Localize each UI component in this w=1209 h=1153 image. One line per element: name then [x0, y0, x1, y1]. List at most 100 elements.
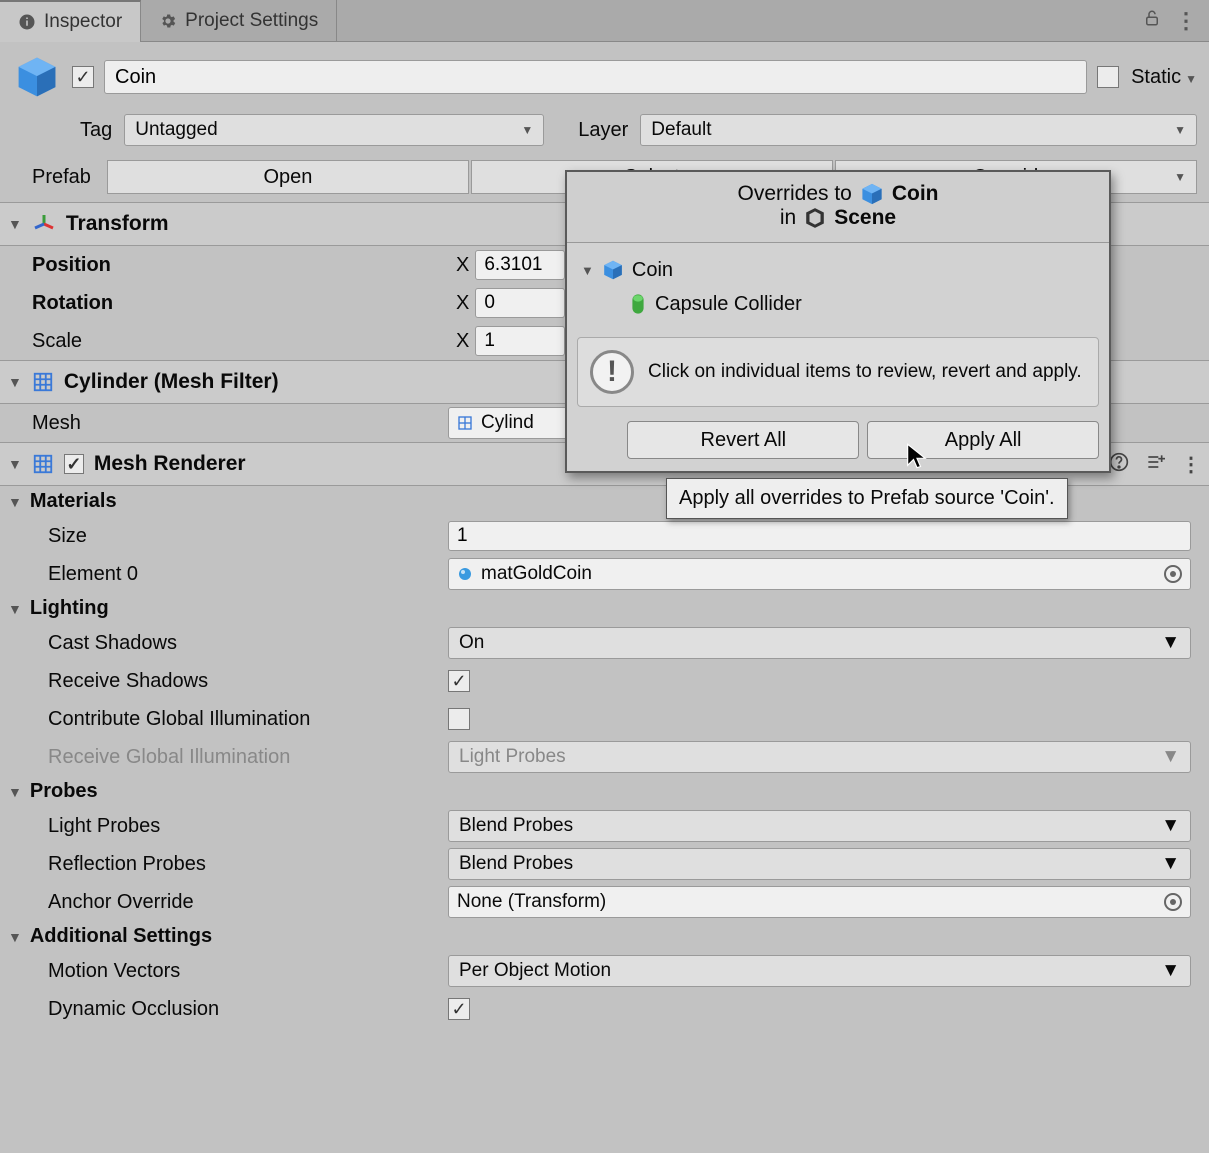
materials-element0-label: Element 0	[18, 563, 448, 586]
cast-shadows-label: Cast Shadows	[18, 632, 448, 655]
receive-shadows-checkbox[interactable]: ✓	[448, 670, 470, 692]
scale-x-input[interactable]	[475, 326, 565, 356]
mesh-value: Cylind	[481, 412, 534, 434]
overrides-info-box: ! Click on individual items to review, r…	[577, 337, 1099, 407]
dynamic-occlusion-checkbox[interactable]: ✓	[448, 998, 470, 1020]
axis-x-label: X	[456, 292, 469, 315]
static-checkbox[interactable]	[1097, 66, 1119, 88]
light-probes-dropdown[interactable]: Blend Probes ▼	[448, 810, 1191, 842]
prefab-cube-icon	[860, 182, 884, 206]
tab-label: Inspector	[44, 11, 122, 33]
materials-size-input[interactable]	[448, 521, 1191, 551]
contribute-gi-label: Contribute Global Illumination	[18, 708, 448, 731]
receive-gi-dropdown: Light Probes ▼	[448, 741, 1191, 773]
mesh-renderer-enabled-checkbox[interactable]: ✓	[64, 454, 84, 474]
mesh-renderer-icon	[32, 453, 54, 475]
prefab-cube-icon	[602, 259, 624, 281]
preset-icon[interactable]	[1145, 452, 1165, 477]
component-title: Cylinder (Mesh Filter)	[64, 370, 279, 394]
position-x-input[interactable]	[475, 250, 565, 280]
overrides-popup: Overrides to Coin in Scene ▼ Coin Ca	[565, 170, 1111, 473]
prefab-open-button[interactable]: Open	[107, 160, 469, 194]
chevron-down-icon: ▼	[1161, 632, 1180, 654]
gear-icon	[159, 12, 177, 30]
mesh-filter-icon	[32, 371, 54, 393]
layer-dropdown[interactable]: Default ▼	[640, 114, 1197, 146]
gameobject-enabled-checkbox[interactable]: ✓	[72, 66, 94, 88]
object-picker-icon[interactable]	[1164, 565, 1182, 583]
chevron-down-icon: ▼	[1174, 123, 1186, 137]
layer-value: Default	[651, 119, 711, 141]
info-bang-icon: !	[590, 350, 634, 394]
prefab-cube-icon	[12, 52, 62, 102]
light-probes-label: Light Probes	[18, 815, 448, 838]
capsule-collider-icon	[629, 292, 647, 316]
anchor-override-label: Anchor Override	[18, 891, 448, 914]
mesh-object-field[interactable]: Cylind	[448, 407, 568, 439]
foldout-icon: ▼	[581, 263, 594, 278]
anchor-override-field[interactable]: None (Transform)	[448, 886, 1191, 918]
chevron-down-icon: ▼	[521, 123, 533, 137]
tab-bar: Inspector Project Settings ⋮	[0, 0, 1209, 42]
revert-all-button[interactable]: Revert All	[627, 421, 859, 459]
materials-element0-field[interactable]: matGoldCoin	[448, 558, 1191, 590]
tab-project-settings[interactable]: Project Settings	[141, 0, 337, 42]
dynamic-occlusion-label: Dynamic Occlusion	[18, 998, 448, 1021]
chevron-down-icon: ▼	[1161, 960, 1180, 982]
anchor-override-value: None (Transform)	[457, 891, 606, 913]
component-title: Transform	[66, 212, 169, 236]
overrides-tree-item[interactable]: Capsule Collider	[581, 287, 1095, 321]
mesh-icon	[457, 415, 473, 431]
overrides-popup-header: Overrides to Coin in Scene	[567, 172, 1109, 243]
object-picker-icon[interactable]	[1164, 893, 1182, 911]
foldout-icon: ▼	[8, 784, 22, 800]
foldout-icon: ▼	[8, 374, 22, 390]
foldout-icon: ▼	[8, 456, 22, 472]
foldout-icon: ▼	[8, 216, 22, 232]
materials-size-label: Size	[18, 525, 448, 548]
gameobject-name-input[interactable]	[104, 60, 1087, 94]
component-title: Mesh Renderer	[94, 452, 246, 476]
motion-vectors-dropdown[interactable]: Per Object Motion ▼	[448, 955, 1191, 987]
static-label[interactable]: Static	[1125, 66, 1197, 89]
apply-all-tooltip: Apply all overrides to Prefab source 'Co…	[666, 478, 1068, 519]
additional-settings-foldout[interactable]: ▼ Additional Settings	[0, 921, 1209, 952]
reflection-probes-dropdown[interactable]: Blend Probes ▼	[448, 848, 1191, 880]
lighting-foldout[interactable]: ▼ Lighting	[0, 593, 1209, 624]
prefab-label: Prefab	[12, 166, 105, 189]
overrides-tree-root[interactable]: ▼ Coin	[581, 253, 1095, 287]
mesh-label: Mesh	[18, 412, 448, 435]
chevron-down-icon: ▼	[1161, 746, 1180, 768]
overrides-target-name: Coin	[892, 182, 939, 206]
tab-inspector[interactable]: Inspector	[0, 0, 141, 42]
motion-vectors-label: Motion Vectors	[18, 960, 448, 983]
kebab-menu-icon[interactable]: ⋮	[1181, 452, 1201, 477]
contribute-gi-checkbox[interactable]	[448, 708, 470, 730]
foldout-icon: ▼	[8, 601, 22, 617]
chevron-down-icon: ▼	[1161, 853, 1180, 875]
rotation-x-input[interactable]	[475, 288, 565, 318]
apply-all-button[interactable]: Apply All	[867, 421, 1099, 459]
info-icon	[18, 13, 36, 31]
layer-label: Layer	[578, 119, 628, 142]
receive-shadows-label: Receive Shadows	[18, 670, 448, 693]
kebab-menu-icon[interactable]: ⋮	[1175, 8, 1197, 34]
lock-icon[interactable]	[1143, 8, 1161, 34]
axis-x-label: X	[456, 254, 469, 277]
position-label: Position	[18, 254, 448, 277]
tag-dropdown[interactable]: Untagged ▼	[124, 114, 544, 146]
tag-label: Tag	[80, 119, 112, 142]
scale-label: Scale	[18, 330, 448, 353]
axis-x-label: X	[456, 330, 469, 353]
cast-shadows-dropdown[interactable]: On ▼	[448, 627, 1191, 659]
tag-value: Untagged	[135, 119, 217, 141]
overrides-tree: ▼ Coin Capsule Collider	[567, 243, 1109, 331]
overrides-scene-name: Scene	[834, 206, 896, 230]
unity-icon	[804, 207, 826, 229]
transform-icon	[32, 212, 56, 236]
reflection-probes-label: Reflection Probes	[18, 853, 448, 876]
help-icon[interactable]	[1109, 452, 1129, 477]
chevron-down-icon: ▼	[1174, 170, 1186, 184]
tab-label: Project Settings	[185, 10, 318, 32]
probes-foldout[interactable]: ▼ Probes	[0, 776, 1209, 807]
